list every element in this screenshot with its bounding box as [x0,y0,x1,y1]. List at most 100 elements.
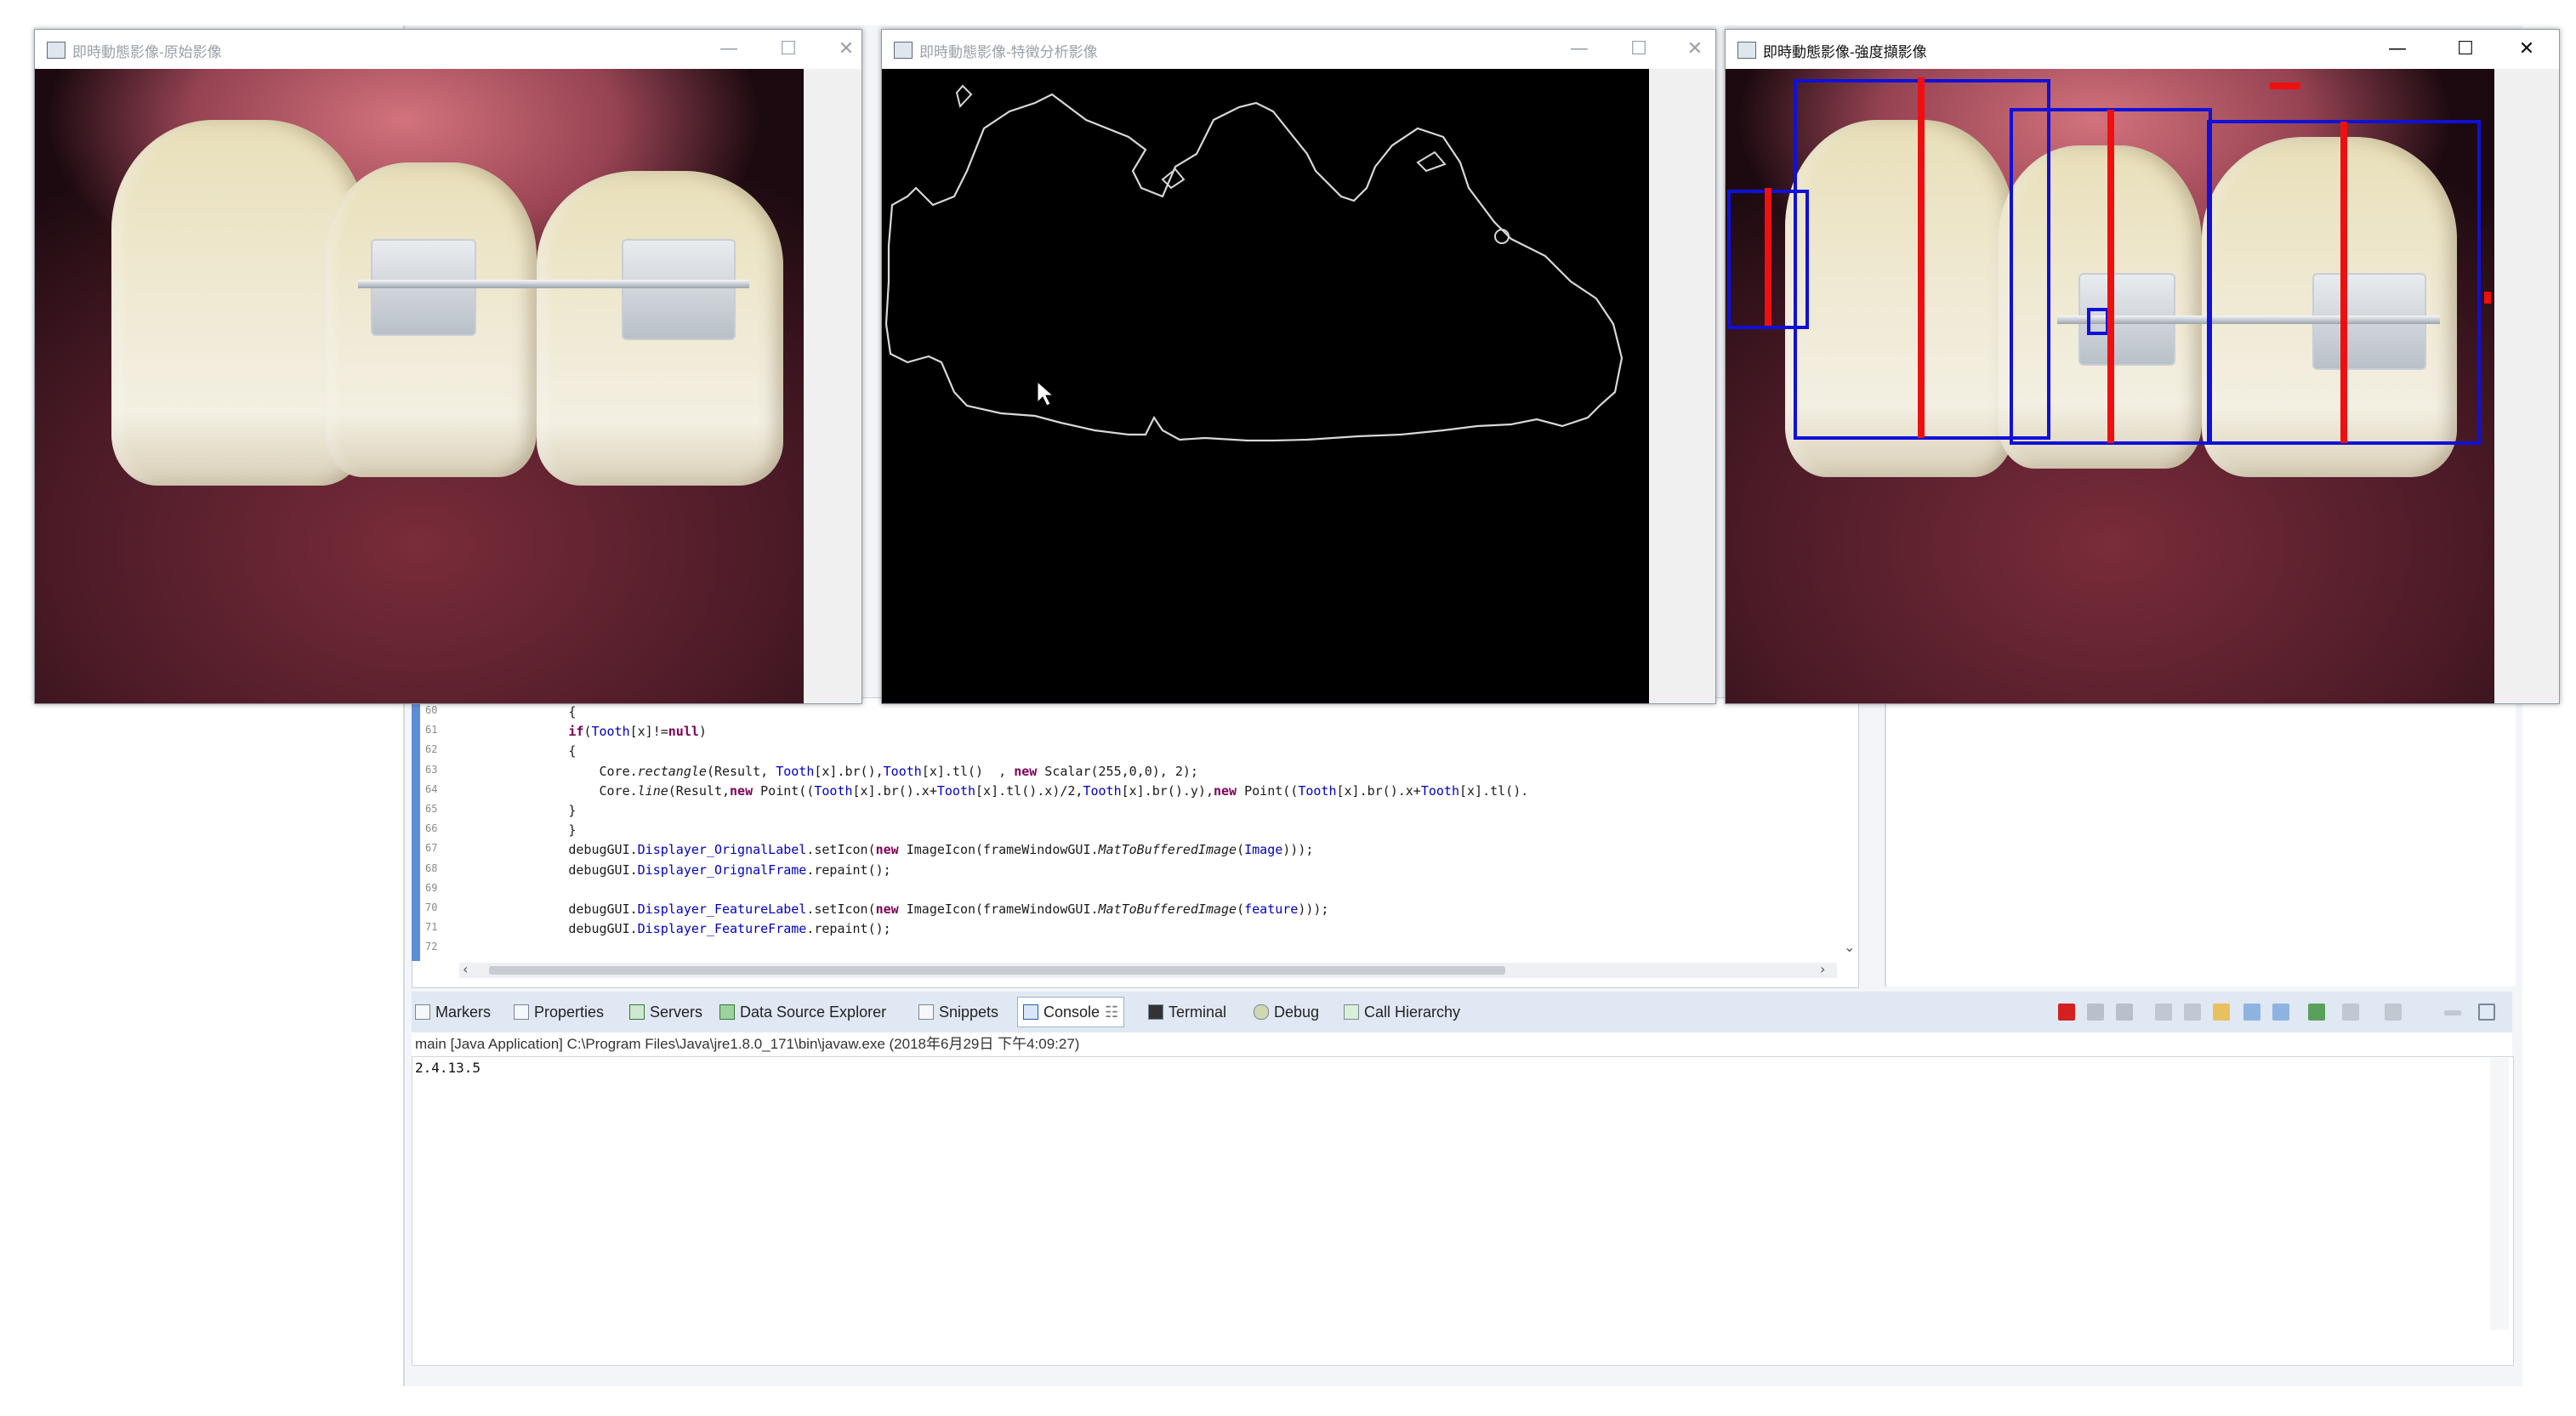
tab-label: Snippets [939,1003,999,1021]
word-wrap-icon[interactable] [2213,1004,2230,1021]
code-token: ) [698,724,707,740]
code-token: new [1214,782,1237,799]
window-titlebar[interactable]: 即時動態影像-強度擷影像 — ☐ ✕ [1726,30,2559,69]
java-window-icon [1737,42,1756,59]
line-number: 67 [425,842,438,855]
maximize-button[interactable]: ☐ [1622,37,1656,62]
code-token: if [568,724,584,740]
code-token: { [476,743,577,759]
code-token: Scalar(255,0,0), 2); [1037,763,1198,779]
minimize-view-icon[interactable] [2444,1010,2461,1015]
clear-console-icon[interactable] [2155,1004,2172,1021]
result-image-window[interactable]: 即時動態影像-強度擷影像 — ☐ ✕ [1725,29,2560,704]
code-line[interactable]: } [476,803,1837,822]
code-token: [x].br().x+ [1336,782,1421,799]
tab-call-hierarchy[interactable]: Call Hierarchy [1344,1002,1460,1022]
maximize-view-icon[interactable] [2478,1004,2495,1021]
tab-snippets[interactable]: Snippets [918,1002,998,1022]
close-button[interactable]: ✕ [2510,37,2544,62]
line-number: 72 [425,941,438,953]
code-line[interactable]: { [476,743,1837,763]
window-side-strip [2494,69,2559,703]
code-token: Displayer_OrignalFrame [637,862,807,878]
tab-label: Console [1043,1003,1100,1021]
code-token: .repaint(); [806,921,891,937]
minimize-button[interactable]: — [2380,37,2414,62]
scroll-left-icon[interactable]: ‹ [463,961,468,977]
tab-debug[interactable]: Debug [1254,1002,1319,1022]
remove-all-icon[interactable] [2116,1004,2133,1021]
tab-close-icon[interactable]: ☷ [1105,1004,1118,1021]
line-number: 71 [425,921,438,934]
line-number: 64 [425,782,438,795]
console-output-area[interactable] [412,1056,2514,1366]
markers-icon [415,1004,430,1020]
line-number: 60 [425,704,438,716]
code-line[interactable] [476,941,1837,960]
orthodontic-wire [358,280,749,288]
outline-pane [1885,697,2516,987]
original-image-window[interactable]: 即時動態影像-原始影像 — ☐ ✕ [34,29,862,704]
code-token: Displayer_FeatureLabel [637,901,807,917]
code-token: Tooth [883,763,922,779]
close-button[interactable]: ✕ [829,37,863,62]
line-number: 61 [425,724,438,736]
console-launch-info: main [Java Application] C:\Program Files… [412,1032,2512,1056]
window-titlebar[interactable]: 即時動態影像-特徵分析影像 — ☐ ✕ [882,30,1715,69]
tab-label: Call Hierarchy [1364,1003,1461,1021]
code-line[interactable]: debugGUI.Displayer_OrignalLabel.setIcon(… [476,842,1837,862]
scroll-lock-icon[interactable] [2184,1004,2201,1021]
scroll-right-icon[interactable]: › [1820,961,1825,977]
java-window-icon [894,42,913,59]
editor-scroll-thumb[interactable] [489,966,1505,975]
code-line[interactable] [476,882,1837,901]
minimize-button[interactable]: — [1562,37,1596,62]
original-camera-image [35,69,804,703]
code-line[interactable]: debugGUI.Displayer_FeatureLabel.setIcon(… [476,901,1837,921]
code-token: debugGUI. [476,921,638,937]
contour-small-loop [1416,151,1447,173]
code-token: .repaint(); [806,862,891,878]
maximize-button[interactable]: ☐ [771,37,805,62]
code-token: Displayer_FeatureFrame [637,921,807,937]
display-console-icon[interactable] [2342,1004,2359,1021]
code-line[interactable]: debugGUI.Displayer_OrignalFrame.repaint(… [476,862,1837,882]
code-line[interactable]: Core.rectangle(Result, Tooth[x].br(),Too… [476,764,1837,783]
code-lines[interactable]: { if(Tooth[x]!=null) { Core.rectangle(Re… [476,704,1837,960]
code-token: line [637,782,668,799]
close-button[interactable]: ✕ [1678,37,1712,62]
window-titlebar[interactable]: 即時動態影像-原始影像 — ☐ ✕ [35,30,862,69]
maximize-button[interactable]: ☐ [2448,37,2482,62]
tab-markers[interactable]: Markers [415,1002,491,1022]
console-vertical-scrollbar[interactable] [2490,1058,2509,1330]
window-side-strip [1649,69,1715,703]
tab-data-source-explorer[interactable]: Data Source Explorer [719,1002,886,1022]
code-token: new [875,901,899,917]
tab-terminal[interactable]: Terminal [1148,1002,1226,1022]
show-stdout-icon[interactable] [2243,1004,2260,1021]
code-line[interactable]: { [476,704,1837,724]
code-token: debugGUI. [476,842,638,858]
code-token: Point(( [753,782,815,799]
show-stderr-icon[interactable] [2272,1004,2289,1021]
code-line[interactable]: } [476,822,1837,842]
tab-label: Terminal [1169,1003,1227,1021]
scroll-down-icon[interactable]: ⌄ [1844,939,1855,955]
tab-console[interactable]: Console ☷ [1017,997,1125,1027]
tab-servers[interactable]: Servers [629,1002,702,1022]
pin-console-icon[interactable] [2308,1004,2325,1021]
code-line[interactable]: if(Tooth[x]!=null) [476,724,1837,743]
minimize-button[interactable]: — [712,37,746,62]
code-token: Tooth [1420,782,1459,799]
line-number: 62 [425,743,438,756]
terminal-icon [1148,1004,1163,1020]
open-console-icon[interactable] [2385,1004,2402,1021]
remove-launch-icon[interactable] [2087,1004,2104,1021]
code-token: feature [1244,901,1299,917]
terminate-icon[interactable] [2058,1004,2075,1021]
code-line[interactable]: Core.line(Result,new Point((Tooth[x].br(… [476,783,1837,803]
code-line[interactable]: debugGUI.Displayer_FeatureFrame.repaint(… [476,921,1837,941]
code-token: Tooth [1083,782,1122,799]
tab-properties[interactable]: Properties [514,1002,604,1022]
feature-image-window[interactable]: 即時動態影像-特徵分析影像 — ☐ ✕ [881,29,1716,704]
